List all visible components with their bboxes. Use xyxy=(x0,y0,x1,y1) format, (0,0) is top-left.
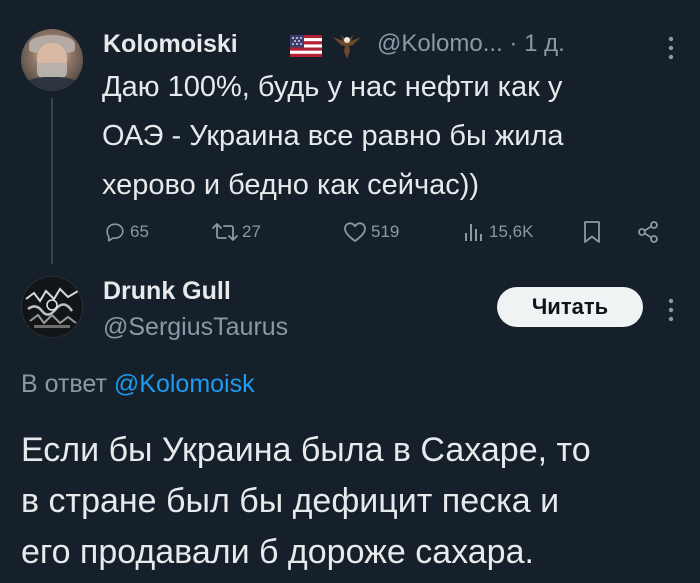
reply-text-line: его продавали б дороже сахара. xyxy=(21,533,534,571)
reply-author-avatar[interactable] xyxy=(21,276,83,338)
tweet-text-line: Даю 100%, будь у нас нефти как у xyxy=(102,71,563,103)
reply-action[interactable]: 65 xyxy=(104,217,149,247)
like-action[interactable]: 519 xyxy=(343,217,399,247)
separator-dot: · xyxy=(509,30,518,57)
replying-to-label: В ответ xyxy=(21,370,107,398)
thread-line xyxy=(51,98,53,264)
author-avatar[interactable] xyxy=(21,29,83,91)
author-handle[interactable]: @Kolomo... xyxy=(377,30,503,57)
mention-link[interactable]: @Kolomoisk xyxy=(114,370,255,398)
bookmark-action[interactable] xyxy=(583,217,601,247)
follow-button[interactable]: Читать xyxy=(497,287,643,327)
eagle-icon xyxy=(333,35,361,59)
post-time[interactable]: 1 д. xyxy=(524,30,565,57)
share-action[interactable] xyxy=(636,217,660,247)
reply-count: 65 xyxy=(130,222,149,241)
more-options-icon[interactable] xyxy=(666,34,676,62)
analytics-icon xyxy=(465,224,482,241)
views-count: 15,6K xyxy=(489,222,534,241)
retweet-action[interactable]: 27 xyxy=(212,217,261,247)
author-name[interactable]: Kolomoiski xyxy=(103,30,238,59)
tweet-text-line: херово и бедно как сейчас)) xyxy=(102,169,480,201)
replying-to: В ответ @Kolomoisk xyxy=(21,370,255,399)
author-handle-and-time: @Kolomo... · 1 д. xyxy=(377,30,565,58)
graffiti-avatar-image xyxy=(22,277,82,337)
reply-author-handle[interactable]: @SergiusTaurus xyxy=(103,313,288,342)
share-icon xyxy=(638,221,658,243)
like-count: 519 xyxy=(371,222,400,241)
avatar-body xyxy=(25,77,79,91)
bookmark-icon xyxy=(584,221,600,243)
reply-text: Если бы Украина была в Сахаре, то в стра… xyxy=(21,425,691,578)
retweet-icon xyxy=(212,223,238,241)
heart-icon xyxy=(344,222,366,242)
reply-author-name[interactable]: Drunk Gull xyxy=(103,277,231,306)
tweet-text-line: ОАЭ - Украина все равно бы жила xyxy=(102,120,564,152)
reply-text-line: в стране был бы дефицит песка и xyxy=(21,482,560,520)
more-options-icon[interactable] xyxy=(666,296,676,324)
retweet-count: 27 xyxy=(242,222,261,241)
us-flag-icon xyxy=(290,35,322,57)
reply-text-line: Если бы Украина была в Сахаре, то xyxy=(21,431,591,469)
tweet-text: Даю 100%, будь у нас нефти как у ОАЭ - У… xyxy=(102,63,692,210)
reply-icon xyxy=(106,223,124,242)
views-action[interactable]: 15,6K xyxy=(463,217,533,247)
